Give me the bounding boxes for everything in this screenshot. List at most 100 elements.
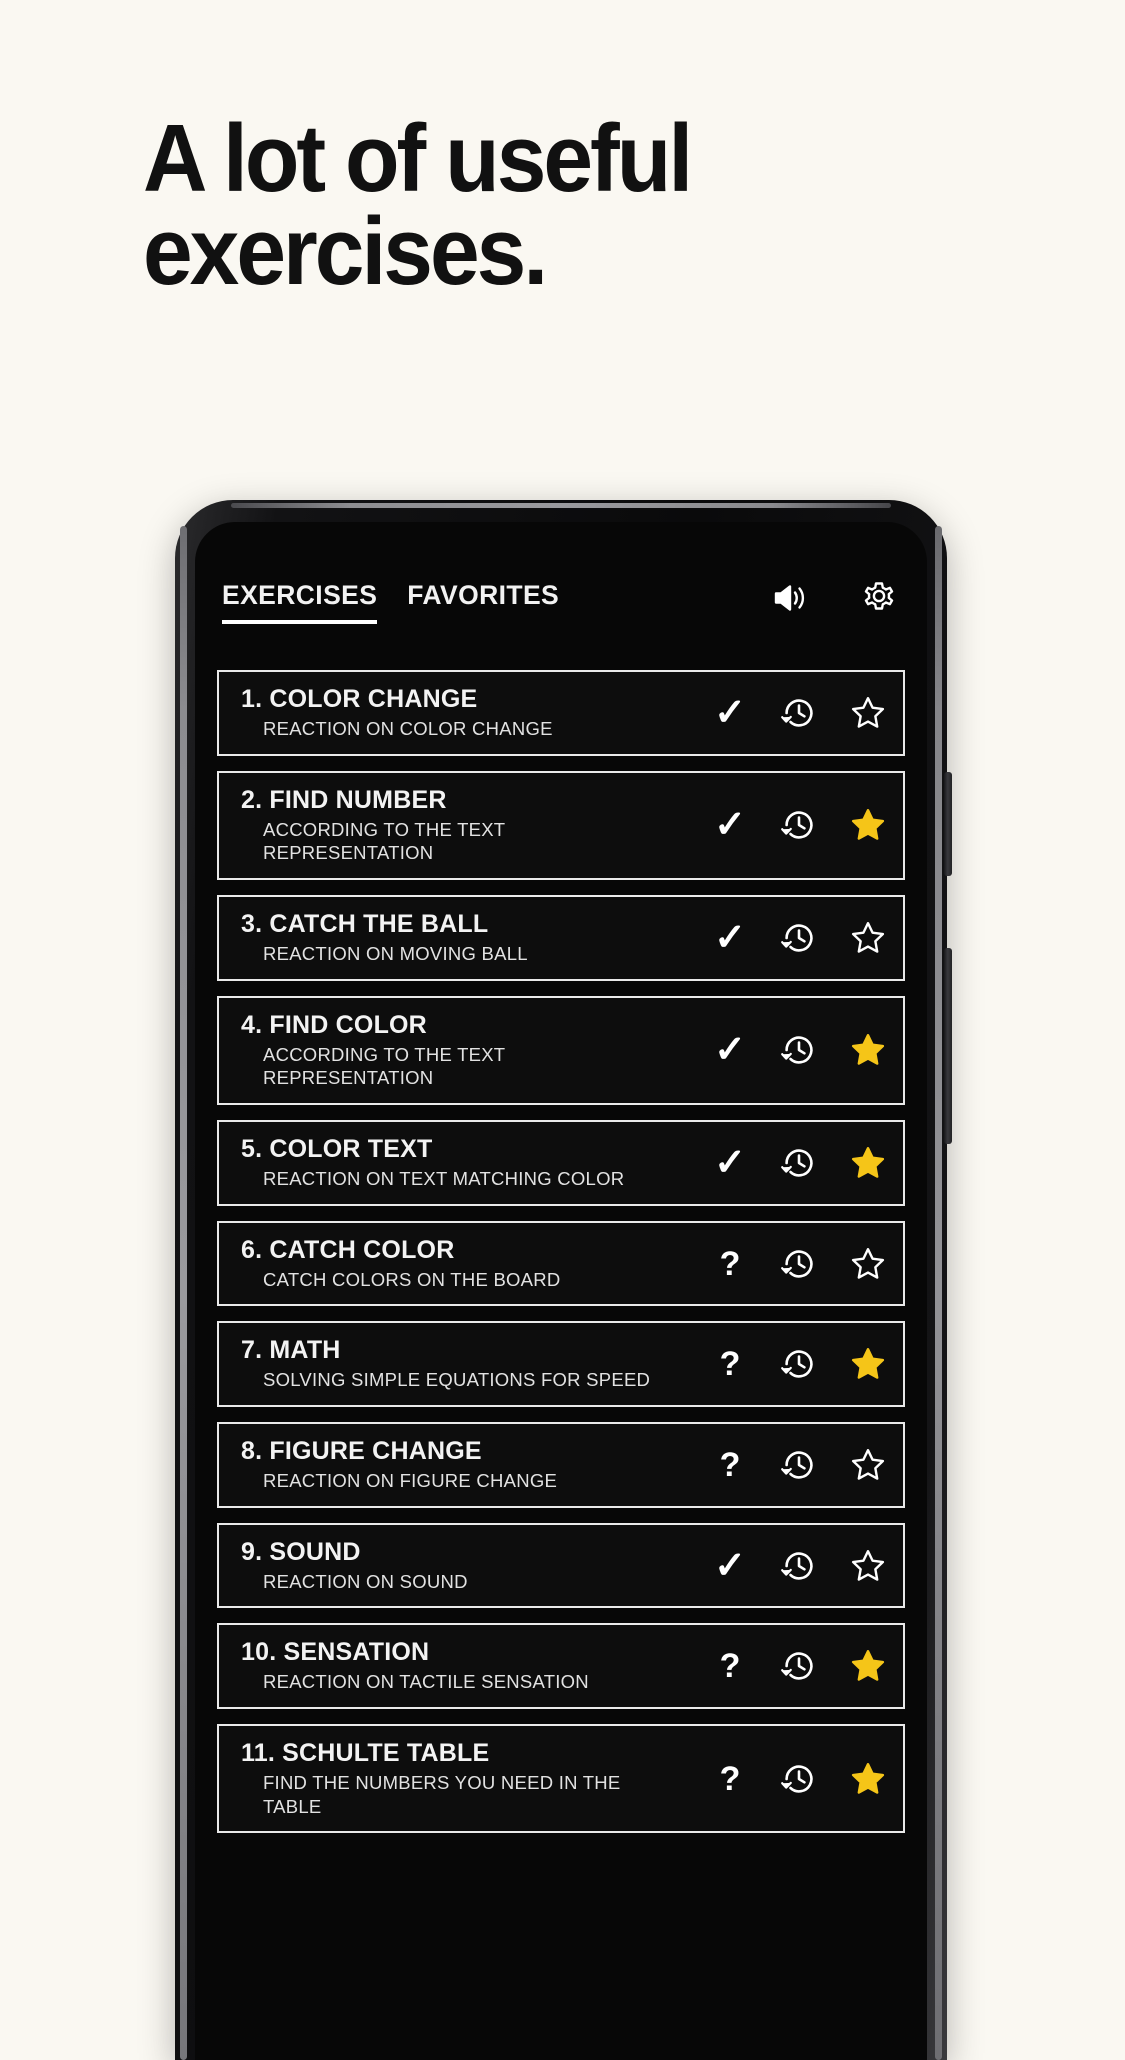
phone-screen: EXERCISES FAVORITES 1. COLOR CHANGE REAC… (195, 522, 927, 2060)
star-outline-icon[interactable] (847, 1243, 889, 1285)
exercise-text: 10. SENSATION REACTION ON TACTILE SENSATI… (241, 1625, 699, 1707)
phone-power-button[interactable] (944, 948, 952, 1144)
completed-check-icon: ✓ (709, 917, 751, 959)
history-icon[interactable] (778, 1142, 820, 1184)
exercise-subtitle: REACTION ON TEXT MATCHING COLOR (263, 1168, 625, 1190)
exercise-subtitle: REACTION ON MOVING BALL (263, 943, 528, 965)
exercise-row[interactable]: 9. SOUND REACTION ON SOUND ✓ (217, 1522, 905, 1609)
status-mark: ? (719, 1345, 741, 1384)
exercise-subtitle: REACTION ON TACTILE SENSATION (263, 1671, 589, 1693)
exercise-subtitle: CATCH COLORS ON THE BOARD (263, 1268, 561, 1290)
star-outline-icon[interactable] (847, 917, 889, 959)
status-mark: ? (719, 1445, 741, 1484)
exercise-title: 11. SCHULTE TABLE (241, 1739, 490, 1768)
exercise-subtitle: SOLVING SIMPLE EQUATIONS FOR SPEED (263, 1369, 651, 1391)
exercise-subtitle: FIND THE NUMBERS YOU NEED IN THE TABLE (263, 1772, 621, 1817)
status-mark: ? (719, 1244, 741, 1283)
star-outline-icon[interactable] (847, 692, 889, 734)
exercise-actions: ✓ (699, 692, 889, 734)
star-filled-icon[interactable] (847, 1142, 889, 1184)
exercise-row[interactable]: 1. COLOR CHANGE REACTION ON COLOR CHANGE ✓ (217, 670, 905, 756)
exercise-actions: ? (699, 1243, 889, 1285)
exercise-title: 3. CATCH THE BALL (241, 910, 489, 939)
star-filled-icon[interactable] (847, 1343, 889, 1385)
star-outline-icon[interactable] (847, 1545, 889, 1587)
star-filled-icon[interactable] (847, 1029, 889, 1071)
exercise-row[interactable]: 4. FIND COLOR ACCORDING TO THE TEXT REPRE… (217, 995, 905, 1106)
exercise-actions: ? (699, 1444, 889, 1486)
star-outline-icon[interactable] (847, 1444, 889, 1486)
exercise-row[interactable]: 8. FIGURE CHANGE REACTION ON FIGURE CHANG… (217, 1422, 905, 1508)
exercise-actions: ✓ (699, 917, 889, 959)
history-icon[interactable] (778, 1444, 820, 1486)
exercise-row[interactable]: 6. CATCH COLOR CATCH COLORS ON THE BOARD? (217, 1220, 905, 1307)
exercise-row[interactable]: 3. CATCH THE BALL REACTION ON MOVING BALL… (217, 895, 905, 981)
exercise-actions: ✓ (699, 1029, 889, 1071)
status-mark: ✓ (714, 804, 746, 847)
exercise-title: 10. SENSATION (241, 1638, 430, 1667)
exercise-actions: ? (699, 1645, 889, 1687)
unknown-question-icon: ? (709, 1343, 751, 1385)
unknown-question-icon: ? (709, 1645, 751, 1687)
tab-exercises[interactable]: EXERCISES (222, 580, 378, 624)
history-icon[interactable] (778, 1029, 820, 1071)
history-icon[interactable] (778, 1758, 820, 1800)
sound-icon[interactable] (768, 576, 812, 620)
exercise-actions: ✓ (699, 804, 889, 846)
phone-mockup: EXERCISES FAVORITES 1. COLOR CHANGE REAC… (175, 500, 952, 2060)
exercise-row[interactable]: 5. COLOR TEXT REACTION ON TEXT MATCHING C… (217, 1120, 905, 1206)
phone-top-rim (231, 503, 891, 508)
exercise-title: 2. FIND NUMBER (241, 785, 447, 814)
exercise-text: 3. CATCH THE BALL REACTION ON MOVING BALL (241, 897, 699, 979)
exercise-subtitle: REACTION ON SOUND (263, 1570, 468, 1592)
history-icon[interactable] (778, 1645, 820, 1687)
exercise-subtitle: REACTION ON FIGURE CHANGE (263, 1470, 558, 1492)
exercise-text: 9. SOUND REACTION ON SOUND (241, 1525, 699, 1607)
exercise-row[interactable]: 10. SENSATION REACTION ON TACTILE SENSATI… (217, 1623, 905, 1710)
exercise-title: 9. SOUND (241, 1537, 361, 1566)
history-icon[interactable] (778, 1343, 820, 1385)
settings-icon[interactable] (857, 576, 901, 620)
exercise-title: 7. MATH (241, 1336, 341, 1365)
status-mark: ✓ (714, 691, 746, 734)
exercise-actions: ? (699, 1758, 889, 1800)
exercise-text: 7. MATH SOLVING SIMPLE EQUATIONS FOR SPEE… (241, 1323, 699, 1405)
phone-right-rim (935, 526, 942, 2060)
exercise-row[interactable]: 7. MATH SOLVING SIMPLE EQUATIONS FOR SPEE… (217, 1321, 905, 1408)
phone-left-rim (180, 526, 187, 2060)
history-icon[interactable] (778, 917, 820, 959)
exercise-text: 8. FIGURE CHANGE REACTION ON FIGURE CHANG… (241, 1424, 699, 1506)
history-icon[interactable] (778, 1545, 820, 1587)
completed-check-icon: ✓ (709, 692, 751, 734)
exercise-title: 4. FIND COLOR (241, 1010, 427, 1039)
phone-volume-button[interactable] (944, 772, 952, 876)
star-filled-icon[interactable] (847, 1758, 889, 1800)
exercise-subtitle: ACCORDING TO THE TEXT REPRESENTATION (263, 818, 506, 864)
completed-check-icon: ✓ (709, 1545, 751, 1587)
app-top-bar: EXERCISES FAVORITES (195, 580, 927, 646)
exercise-text: 11. SCHULTE TABLE FIND THE NUMBERS YOU NE… (241, 1726, 699, 1831)
exercise-subtitle: REACTION ON COLOR CHANGE (263, 718, 553, 739)
top-bar-actions (768, 576, 901, 620)
history-icon[interactable] (778, 804, 820, 846)
exercise-text: 2. FIND NUMBER ACCORDING TO THE TEXT REPR… (241, 773, 699, 878)
exercise-row[interactable]: 11. SCHULTE TABLE FIND THE NUMBERS YOU NE… (217, 1724, 905, 1834)
star-filled-icon[interactable] (847, 1645, 889, 1687)
exercise-title: 1. COLOR CHANGE (241, 685, 478, 713)
star-filled-icon[interactable] (847, 804, 889, 846)
exercise-text: 5. COLOR TEXT REACTION ON TEXT MATCHING C… (241, 1122, 699, 1204)
exercise-title: 5. COLOR TEXT (241, 1135, 433, 1164)
unknown-question-icon: ? (709, 1758, 751, 1800)
tab-favorites[interactable]: FAVORITES (407, 580, 559, 620)
exercise-title: 8. FIGURE CHANGE (241, 1437, 482, 1466)
history-icon[interactable] (778, 692, 820, 734)
exercise-subtitle: ACCORDING TO THE TEXT REPRESENTATION (263, 1043, 506, 1089)
status-mark: ✓ (714, 1544, 746, 1587)
history-icon[interactable] (778, 1243, 820, 1285)
exercise-row[interactable]: 2. FIND NUMBER ACCORDING TO THE TEXT REPR… (217, 770, 905, 881)
exercise-actions: ✓ (699, 1545, 889, 1587)
tab-bar: EXERCISES FAVORITES (222, 580, 559, 624)
status-mark: ✓ (714, 1029, 746, 1072)
page-title: A lot of useful exercises. (143, 105, 693, 306)
completed-check-icon: ✓ (709, 804, 751, 846)
